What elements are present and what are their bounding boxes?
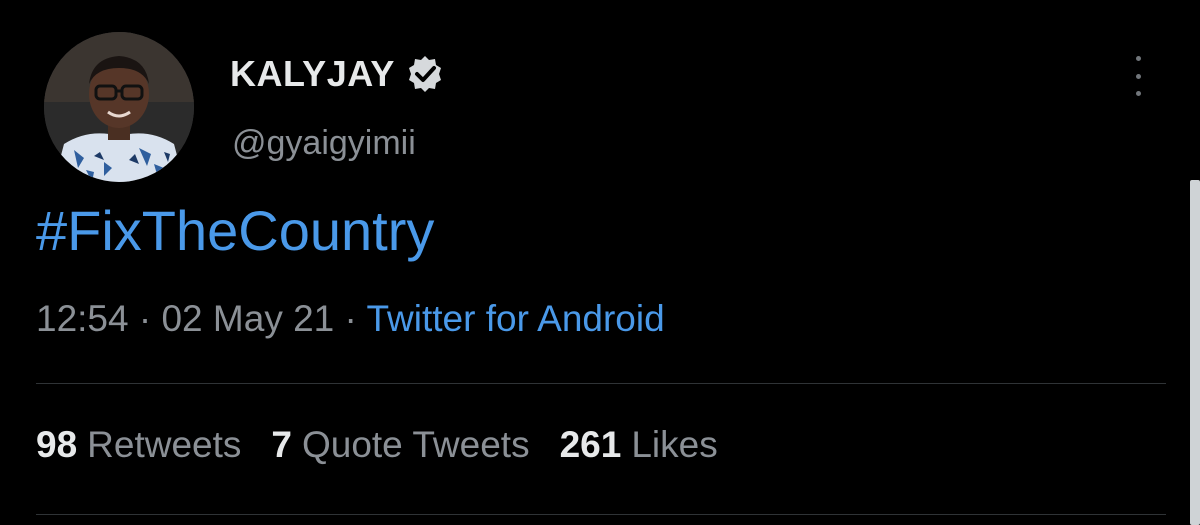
- tweet-detail: KALYJAY @gyaigyimii #FixTheCountry 12:54…: [0, 0, 1200, 525]
- scrollbar[interactable]: [1190, 180, 1200, 525]
- quote-tweets-stat[interactable]: 7 Quote Tweets: [271, 424, 529, 466]
- quote-tweets-count: 7: [271, 424, 292, 465]
- retweets-count: 98: [36, 424, 78, 465]
- divider: [36, 514, 1166, 515]
- retweets-stat[interactable]: 98 Retweets: [36, 424, 241, 466]
- display-name[interactable]: KALYJAY: [230, 53, 395, 95]
- likes-count: 261: [559, 424, 622, 465]
- tweet-source-link[interactable]: Twitter for Android: [367, 298, 665, 339]
- user-handle[interactable]: @gyaigyimii: [232, 124, 416, 163]
- meta-separator: ·: [344, 298, 357, 339]
- tweet-meta: 12:54 · 02 May 21 · Twitter for Android: [36, 298, 665, 340]
- meta-separator: ·: [138, 298, 152, 339]
- verified-badge-icon: [405, 54, 445, 94]
- quote-tweets-label: Quote Tweets: [301, 424, 530, 465]
- tweet-date[interactable]: 02 May 21: [161, 298, 334, 339]
- more-vertical-icon[interactable]: [1126, 56, 1150, 96]
- avatar-photo: [44, 32, 194, 182]
- tweet-hashtag[interactable]: #FixTheCountry: [36, 198, 434, 263]
- avatar[interactable]: [44, 32, 194, 182]
- retweets-label: Retweets: [87, 424, 242, 465]
- tweet-time[interactable]: 12:54: [36, 298, 129, 339]
- tweet-stats: 98 Retweets 7 Quote Tweets 261 Likes: [36, 424, 718, 466]
- author-row[interactable]: KALYJAY: [230, 52, 445, 96]
- likes-label: Likes: [631, 424, 718, 465]
- divider: [36, 383, 1166, 384]
- likes-stat[interactable]: 261 Likes: [560, 424, 718, 466]
